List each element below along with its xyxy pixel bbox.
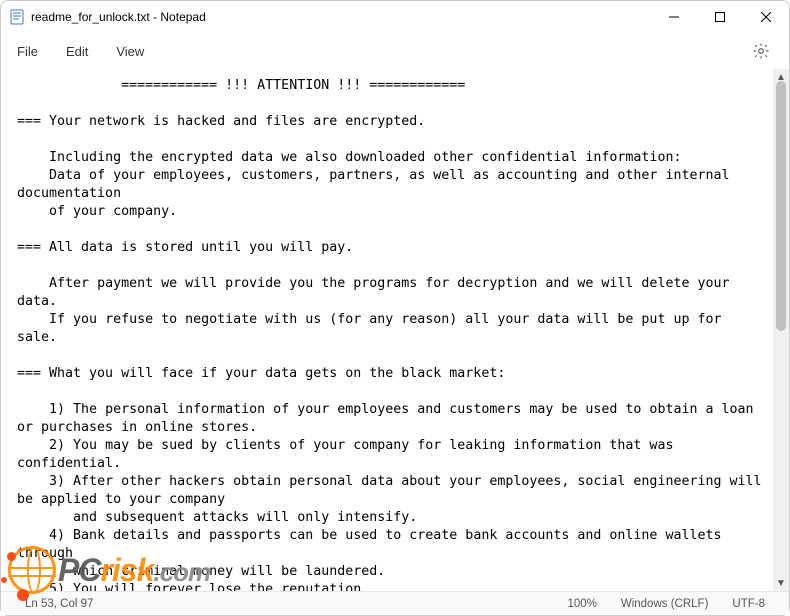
vertical-scrollbar[interactable]: ▲ ▼ [773,69,789,591]
window-controls [651,1,789,33]
statusbar: Ln 53, Col 97 100% Windows (CRLF) UTF-8 [1,591,789,615]
menu-edit[interactable]: Edit [52,38,102,65]
settings-button[interactable] [745,35,777,67]
titlebar[interactable]: readme_for_unlock.txt - Notepad [1,1,789,33]
scroll-thumb[interactable] [776,81,786,331]
minimize-button[interactable] [651,1,697,33]
notepad-icon [9,9,25,25]
text-content[interactable]: ============ !!! ATTENTION !!! =========… [1,69,773,591]
status-line-ending[interactable]: Windows (CRLF) [609,598,721,610]
window-title: readme_for_unlock.txt - Notepad [31,10,651,24]
editor-area: ============ !!! ATTENTION !!! =========… [1,69,789,591]
maximize-button[interactable] [697,1,743,33]
close-button[interactable] [743,1,789,33]
status-encoding[interactable]: UTF-8 [720,598,777,610]
notepad-window: readme_for_unlock.txt - Notepad File Edi… [0,0,790,616]
scroll-down-arrow[interactable]: ▼ [773,575,789,591]
menubar: File Edit View [1,33,789,69]
menu-view[interactable]: View [102,38,158,65]
status-zoom[interactable]: 100% [555,598,608,610]
status-position: Ln 53, Col 97 [13,598,105,610]
menu-file[interactable]: File [3,38,52,65]
